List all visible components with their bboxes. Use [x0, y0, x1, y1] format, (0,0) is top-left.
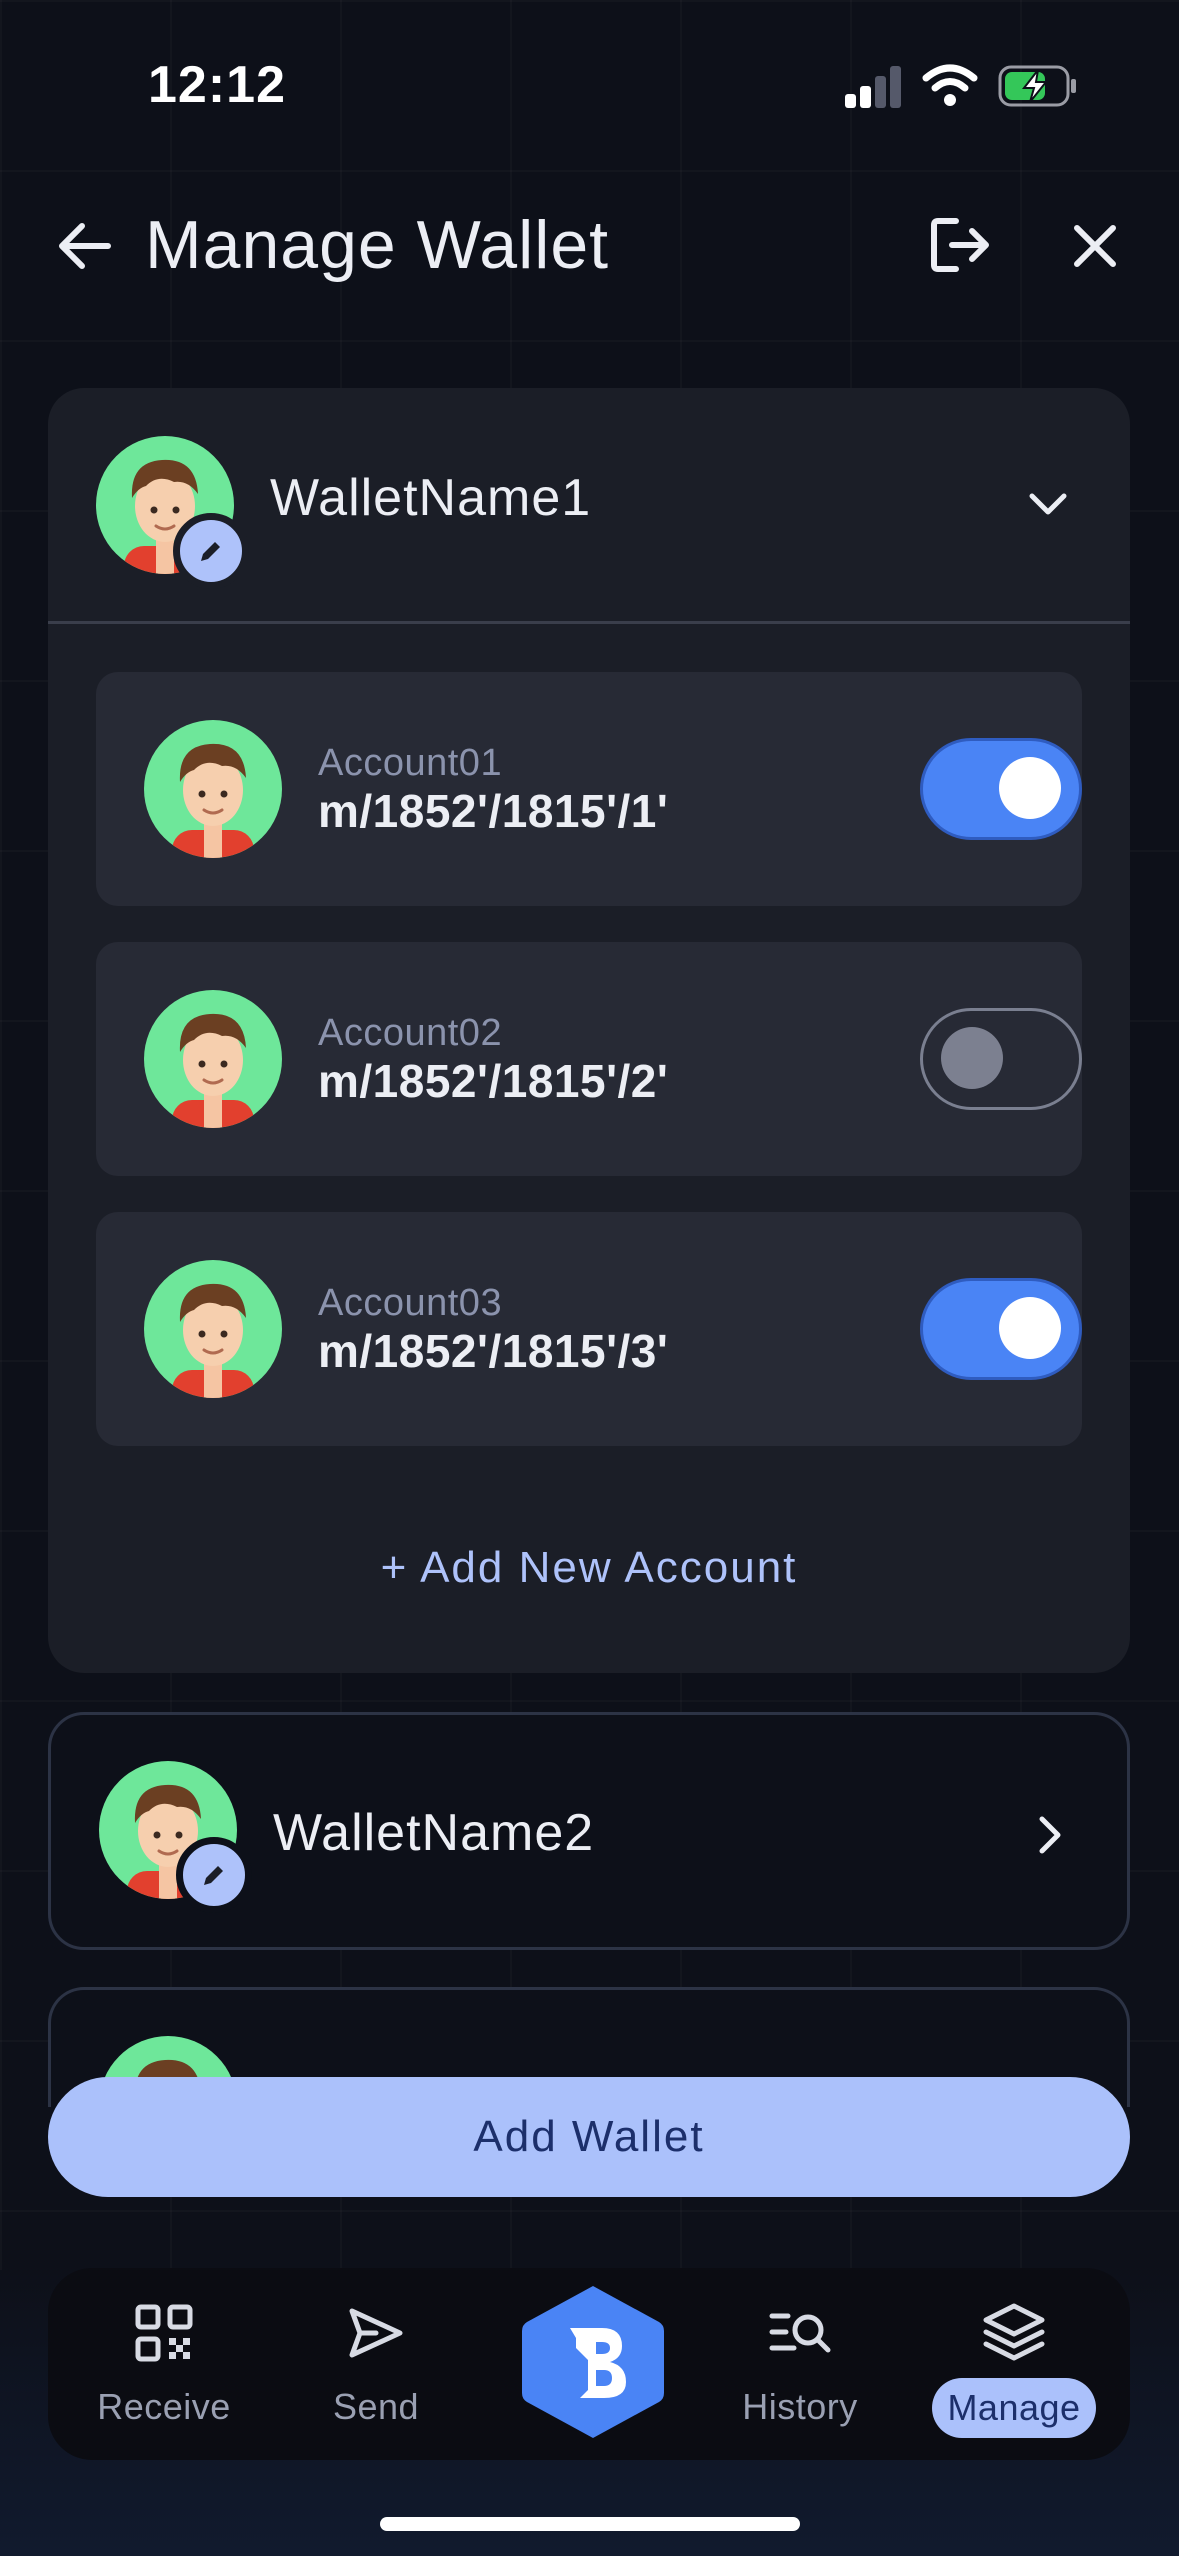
account-label: Account03	[318, 1282, 503, 1324]
expand-button[interactable]	[1021, 1807, 1081, 1863]
account-toggle[interactable]	[920, 738, 1082, 840]
arrow-left-icon	[59, 223, 111, 269]
nav-item-send[interactable]: Send	[276, 2268, 476, 2460]
account-row[interactable]: Account03 m/1852'/1815'/3'	[96, 1212, 1082, 1446]
pencil-icon	[204, 1866, 223, 1885]
account-path: m/1852'/1815'/1'	[318, 785, 669, 837]
account-avatar	[144, 990, 282, 1128]
qr-code-icon	[129, 2298, 199, 2368]
logout-button[interactable]	[925, 212, 995, 278]
home-indicator[interactable]	[380, 2517, 800, 2531]
page-header: Manage Wallet	[0, 190, 1179, 300]
nav-label: Send	[332, 2386, 420, 2427]
account-avatar	[144, 1260, 282, 1398]
account-row[interactable]: Account02 m/1852'/1815'/2'	[96, 942, 1082, 1176]
cellular-signal-icon	[845, 66, 901, 108]
account-label: Account02	[318, 1012, 503, 1054]
nav-label: Manage	[932, 2378, 1096, 2438]
nav-label: History	[742, 2386, 858, 2427]
close-button[interactable]	[1060, 214, 1130, 278]
send-icon	[341, 2298, 411, 2368]
account-path: m/1852'/1815'/2'	[318, 1055, 669, 1107]
status-bar: 12:12	[0, 0, 1179, 150]
status-time: 12:12	[148, 56, 286, 114]
wallet-card-collapsed[interactable]: WalletName2	[48, 1712, 1130, 1950]
nav-item-history[interactable]: History	[700, 2268, 900, 2460]
edit-avatar-button[interactable]	[173, 513, 249, 589]
toggle-knob	[999, 1297, 1061, 1359]
toggle-knob	[941, 1027, 1003, 1089]
back-button[interactable]	[52, 214, 116, 278]
account-label: Account01	[318, 742, 503, 784]
account-path: m/1852'/1815'/3'	[318, 1325, 669, 1377]
wallet-header[interactable]: WalletName1	[48, 388, 1130, 624]
page-title: Manage Wallet	[145, 207, 610, 283]
wallet-name: WalletName1	[270, 469, 592, 527]
layers-icon	[979, 2298, 1049, 2368]
chevron-down-icon	[1029, 493, 1067, 515]
chevron-right-icon	[1039, 1816, 1061, 1854]
account-toggle[interactable]	[920, 1008, 1082, 1110]
wifi-icon	[922, 62, 978, 108]
account-toggle[interactable]	[920, 1278, 1082, 1380]
nav-item-receive[interactable]: Receive	[64, 2268, 264, 2460]
battery-charging-icon	[998, 65, 1078, 107]
toggle-knob	[999, 757, 1061, 819]
history-search-icon	[765, 2298, 835, 2368]
wallet-card-expanded: WalletName1 Account01 m/1852'/1815'/1' A…	[48, 388, 1130, 1673]
nav-item-manage[interactable]: Manage	[914, 2268, 1114, 2460]
bottom-navigation: Receive Send History Manage	[48, 2268, 1130, 2460]
nav-item-home[interactable]	[518, 2282, 668, 2442]
add-new-account-button[interactable]: + Add New Account	[48, 1543, 1130, 1593]
logout-icon	[931, 218, 989, 272]
edit-avatar-button[interactable]	[176, 1837, 252, 1913]
brand-logo-icon	[522, 2286, 664, 2438]
account-avatar	[144, 720, 282, 858]
account-row[interactable]: Account01 m/1852'/1815'/1'	[96, 672, 1082, 906]
pencil-icon	[201, 542, 220, 561]
collapse-button[interactable]	[1018, 480, 1078, 530]
add-wallet-button[interactable]: Add Wallet	[48, 2077, 1130, 2197]
nav-label: Receive	[97, 2386, 231, 2427]
close-icon	[1074, 225, 1116, 267]
wallet-name: WalletName2	[273, 1804, 595, 1862]
